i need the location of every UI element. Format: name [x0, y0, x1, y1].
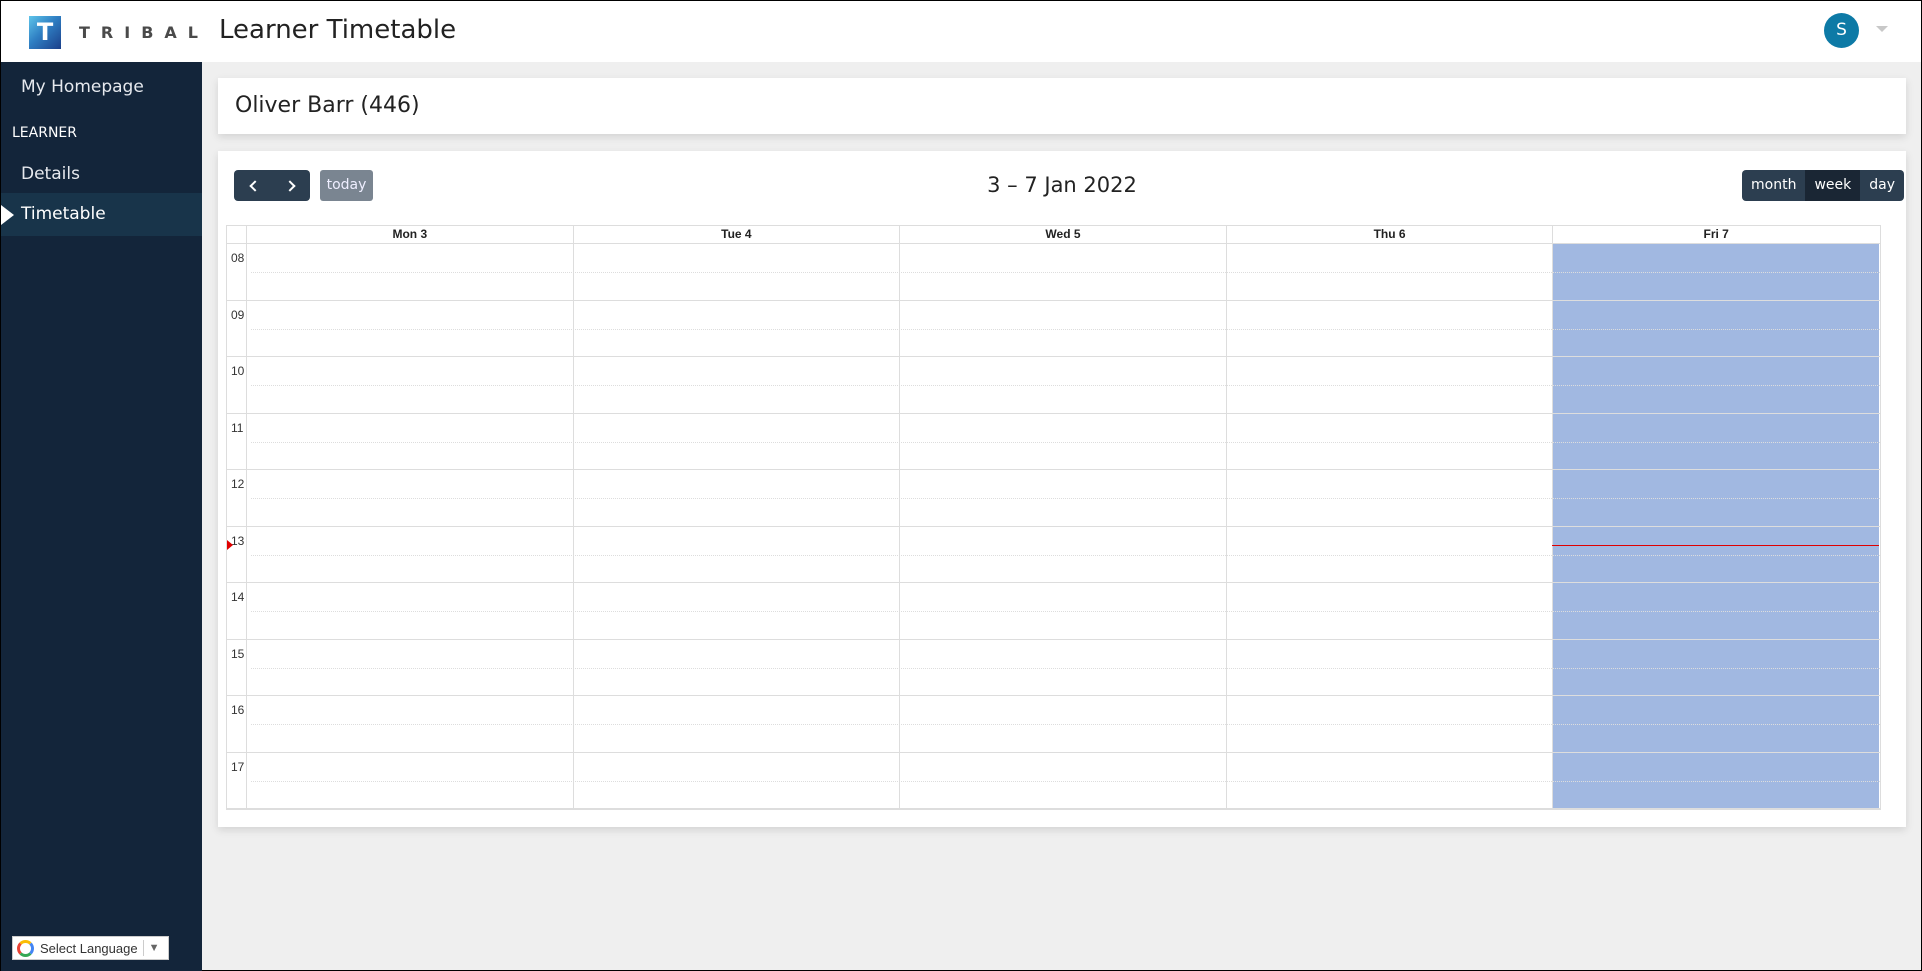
hour-label: 17 [231, 759, 245, 774]
calendar-card: today 3 – 7 Jan 2022 month week day Mon … [218, 151, 1906, 827]
logo-mark-icon: T [29, 16, 61, 49]
half-hour-line [251, 554, 1880, 556]
day-header: Mon 3 [246, 226, 573, 244]
tribal-logo[interactable]: T TRIBAL [29, 16, 209, 49]
top-header: T TRIBAL Learner Timetable S [1, 1, 1921, 62]
hour-label: 14 [231, 590, 245, 604]
view-day-button[interactable]: day [1860, 170, 1904, 201]
week-grid: Mon 3 Tue 4 Wed 5 Thu 6 Fri 7 08 09 10 11 12 13 14… [226, 225, 1881, 810]
time-grid-body: 08 09 10 11 12 13 14 15 16 17 [226, 244, 1881, 810]
user-menu-caret-icon[interactable] [1876, 26, 1888, 32]
hour-label: 09 [231, 307, 245, 322]
view-month-button[interactable]: month [1742, 170, 1805, 201]
sidebar-item-my-homepage[interactable]: My Homepage [1, 72, 202, 102]
google-icon [17, 939, 34, 957]
day-header: Fri 7 [1552, 226, 1879, 244]
app-title: Learner Timetable [219, 15, 457, 45]
hour-row: 17 [227, 753, 1880, 809]
user-avatar[interactable]: S [1824, 13, 1859, 48]
hour-label: 13 [231, 533, 245, 548]
active-indicator-icon [1, 205, 14, 225]
half-hour-line [251, 724, 1880, 725]
hour-label: 12 [231, 477, 245, 491]
logo-text: TRIBAL [79, 23, 209, 42]
hour-row: 09 [227, 301, 1880, 357]
hour-label: 10 [231, 364, 245, 378]
sidebar-item-label: Timetable [21, 204, 106, 224]
learner-name: Oliver Barr (446) [235, 93, 420, 118]
day-header: Wed 5 [899, 226, 1226, 244]
hour-row: 13 [227, 527, 1880, 583]
half-hour-line [251, 328, 1880, 330]
sidebar-section-learner: LEARNER [12, 125, 77, 141]
hour-label: 08 [231, 251, 245, 265]
hour-row: 11 [227, 414, 1880, 470]
hour-row: 16 [227, 696, 1880, 753]
dropdown-caret-icon: ▼ [148, 942, 160, 954]
language-select-label: Select Language [40, 940, 138, 956]
hour-label: 11 [231, 420, 244, 435]
half-hour-line [251, 780, 1880, 782]
learner-title-card: Oliver Barr (446) [218, 78, 1906, 134]
sidebar: My Homepage LEARNER Details Timetable Se… [1, 62, 202, 971]
sidebar-item-timetable[interactable]: Timetable [1, 193, 202, 236]
hour-row: 08 [227, 244, 1880, 301]
sidebar-item-details[interactable]: Details [1, 159, 202, 189]
view-switcher: month week day [1742, 170, 1905, 201]
divider [142, 940, 144, 956]
half-hour-line [251, 667, 1880, 669]
half-hour-line [251, 441, 1880, 443]
hour-row: 15 [227, 640, 1880, 696]
view-week-button[interactable]: week [1805, 170, 1861, 201]
hour-label: 15 [231, 646, 245, 661]
sidebar-item-label: Details [21, 164, 80, 184]
half-hour-line [251, 611, 1880, 612]
half-hour-line [251, 498, 1880, 499]
day-header-row: Mon 3 Tue 4 Wed 5 Thu 6 Fri 7 [226, 225, 1881, 244]
half-hour-line [251, 272, 1880, 273]
hour-row: 12 [227, 470, 1880, 527]
language-select[interactable]: Select Language ▼ [12, 936, 169, 960]
hour-row: 14 [227, 583, 1880, 640]
date-range-title: 3 – 7 Jan 2022 [987, 173, 1137, 197]
now-indicator-line [1552, 545, 1879, 547]
now-indicator-arrow-icon [227, 540, 233, 551]
half-hour-line [251, 385, 1880, 386]
hour-row: 10 [227, 357, 1880, 414]
day-header: Thu 6 [1225, 226, 1553, 244]
hour-label: 16 [231, 703, 245, 717]
day-header: Tue 4 [572, 226, 900, 244]
